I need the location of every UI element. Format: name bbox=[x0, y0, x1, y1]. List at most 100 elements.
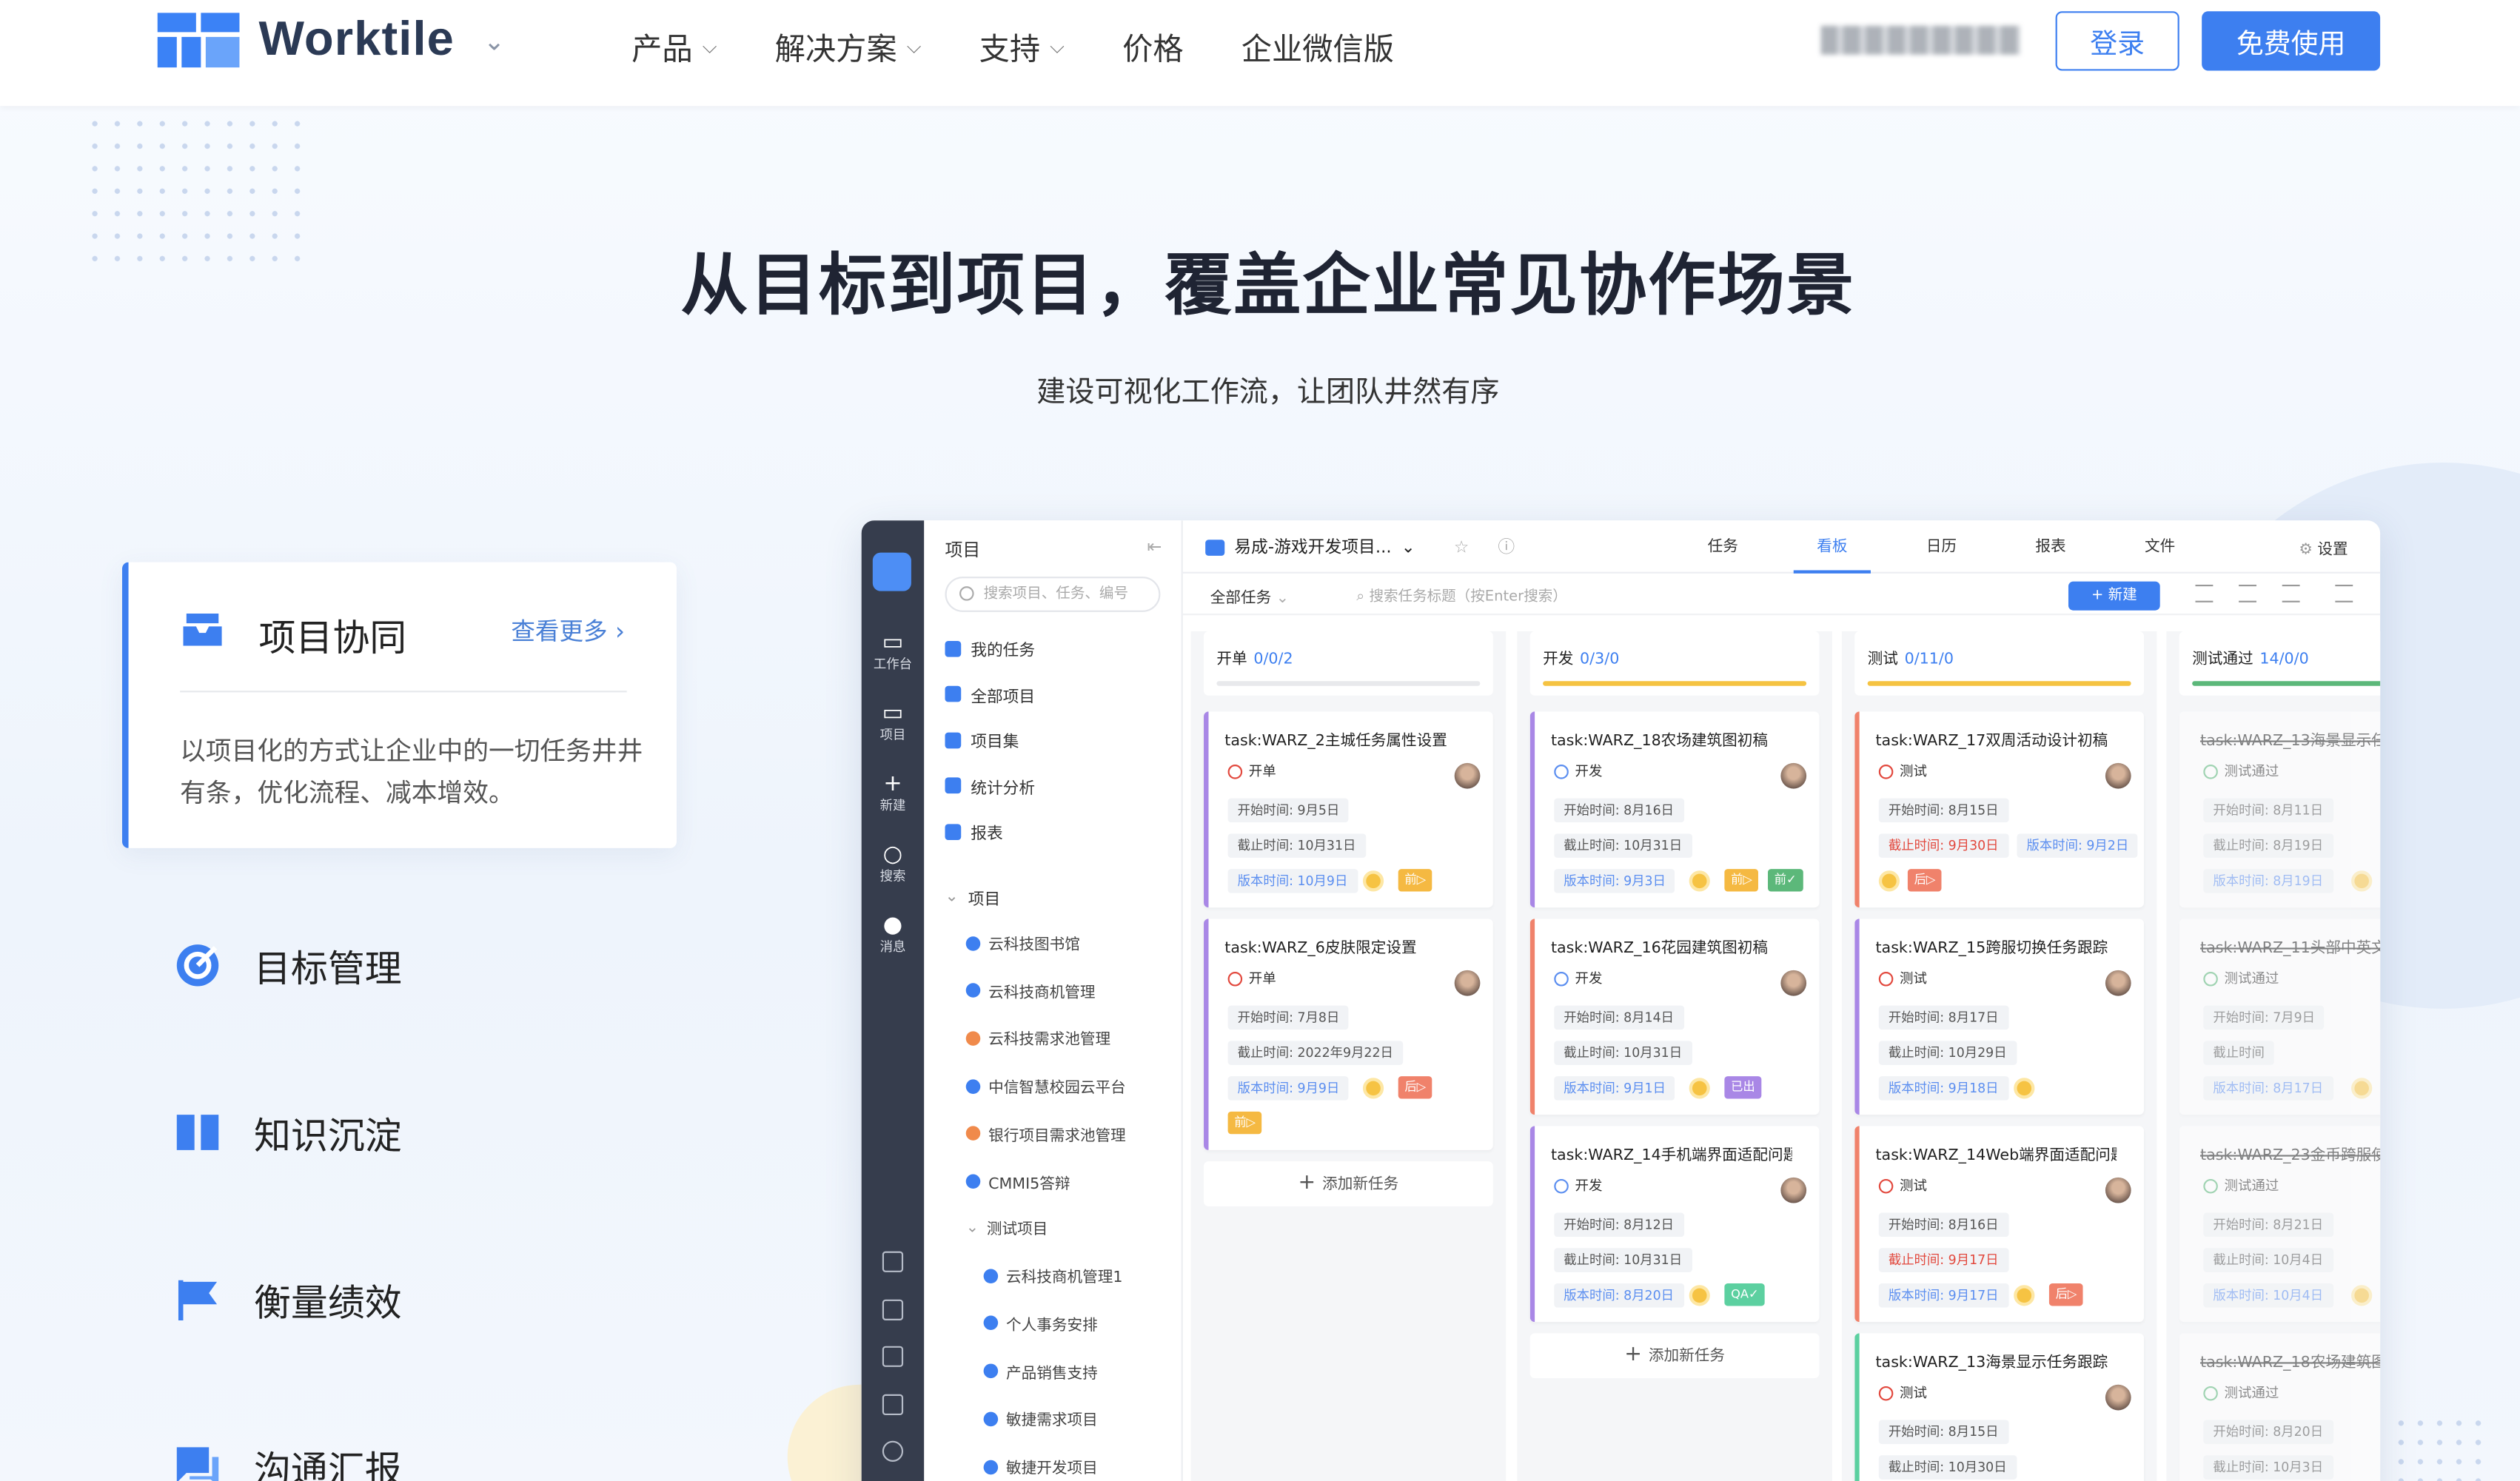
settings-button[interactable]: ⚙ 设置 bbox=[2299, 537, 2348, 559]
task-card[interactable]: task:WARZ_2主城任务属性设置 开单 开始时间: 9月5日 截止时间: 10月… bbox=[1204, 711, 1493, 908]
rail-new[interactable]: + 新建 bbox=[862, 771, 925, 815]
task-card[interactable]: task:WARZ_16花园建筑图初稿 开发 开始时间: 8月14日 截止时间: 10… bbox=[1529, 919, 1820, 1115]
task-status[interactable]: 测试 bbox=[1878, 762, 1927, 781]
start-date: 开始时间: 8月16日 bbox=[1878, 1212, 2008, 1237]
rail-message[interactable]: ● 消息 bbox=[862, 913, 925, 956]
nav-item[interactable]: 产品 ⌵ bbox=[631, 24, 717, 70]
sidebar-menu-item[interactable]: 全部项目 bbox=[945, 682, 1035, 706]
tab-报表[interactable]: 报表 bbox=[1996, 520, 2105, 574]
plus-icon: + bbox=[1298, 1171, 1323, 1195]
sidebar-menu-item[interactable]: 统计分析 bbox=[945, 773, 1035, 798]
task-search-input[interactable]: ⌕ 搜索任务标题（按Enter搜索） bbox=[1356, 585, 1567, 605]
brand-logo[interactable]: Worktile ⌄ bbox=[157, 13, 505, 68]
project-switcher[interactable]: 易成-游戏开发项目... ⌄ ☆ ⓘ bbox=[1205, 535, 1515, 560]
tab-看板[interactable]: 看板 bbox=[1777, 520, 1887, 574]
tab-任务[interactable]: 任务 bbox=[1668, 520, 1777, 574]
nav-label: 价格 bbox=[1122, 31, 1184, 67]
sidebar-project[interactable]: 银行项目需求池管理 bbox=[965, 1123, 1126, 1145]
avatar bbox=[2105, 1177, 2131, 1203]
task-status[interactable]: 开发 bbox=[1554, 969, 1602, 988]
filter-icon[interactable] bbox=[2239, 584, 2256, 602]
feature-reporting[interactable]: 沟通汇报 bbox=[173, 1440, 402, 1481]
sidebar-subproject[interactable]: 敏捷开发项目 bbox=[983, 1456, 1098, 1478]
new-task-button[interactable]: + 新建 bbox=[2068, 581, 2160, 611]
rail-workbench[interactable]: ▭ 工作台 bbox=[862, 630, 925, 674]
sidebar-subproject[interactable]: 个人事务安排 bbox=[983, 1312, 1098, 1334]
sidebar-menu-item[interactable]: 报表 bbox=[945, 819, 1003, 843]
nav-item[interactable]: 价格 bbox=[1122, 24, 1184, 70]
task-status[interactable]: 测试通过 bbox=[2203, 762, 2279, 781]
star-icon[interactable]: ☆ bbox=[1454, 537, 1469, 557]
see-more-link[interactable]: 查看更多 › bbox=[511, 614, 625, 648]
task-filter-dropdown[interactable]: 全部任务 ⌄ bbox=[1210, 585, 1289, 607]
sidebar-project[interactable]: 云科技图书馆 bbox=[965, 932, 1080, 954]
task-status[interactable]: 开单 bbox=[1227, 969, 1276, 988]
add-task-button[interactable]: + 添加新任务 bbox=[1204, 1161, 1493, 1206]
task-card[interactable]: task:WARZ_17双周活动设计初稿 测试 开始时间: 8月15日 截止时间: 9… bbox=[1854, 711, 2145, 908]
task-title: task:WARZ_11头部中英文 bbox=[2199, 939, 2381, 958]
rail-project[interactable]: ▭ 项目 bbox=[862, 700, 925, 744]
calendar-icon[interactable] bbox=[882, 1251, 904, 1272]
task-card[interactable]: task:WARZ_14Web端界面适配问题处理测试开始时间: 8月16日截止时… bbox=[1854, 1126, 2145, 1323]
list-icon[interactable] bbox=[2335, 584, 2353, 602]
task-status[interactable]: 开发 bbox=[1554, 762, 1602, 781]
sidebar-project[interactable]: 云科技需求池管理 bbox=[965, 1027, 1110, 1050]
sidebar-search-input[interactable]: 搜索项目、任务、编号 bbox=[945, 577, 1161, 612]
folder-icon[interactable] bbox=[882, 1346, 904, 1367]
sidebar-subproject[interactable]: 敏捷需求项目 bbox=[983, 1408, 1098, 1430]
task-status[interactable]: 测试通过 bbox=[2203, 969, 2279, 988]
status-icon bbox=[1878, 1385, 1894, 1400]
collapse-icon[interactable]: ⇤ bbox=[1147, 537, 1162, 557]
help-icon[interactable] bbox=[882, 1440, 904, 1462]
tab-文件[interactable]: 文件 bbox=[2105, 520, 2215, 574]
task-card[interactable]: task:WARZ_18农场建筑图 测试通过 开始时间: 8月20日 截止时间: 10… bbox=[2179, 1333, 2381, 1481]
feature-goal-management[interactable]: 目标管理 bbox=[173, 938, 402, 993]
info-icon[interactable]: ⓘ bbox=[1498, 535, 1515, 560]
tab-日历[interactable]: 日历 bbox=[1887, 520, 1997, 574]
sidebar-subproject[interactable]: 产品销售支持 bbox=[983, 1360, 1098, 1383]
task-card[interactable]: task:WARZ_23金币跨服使 测试通过 开始时间: 8月21日 截止时间: 10… bbox=[2179, 1126, 2381, 1323]
sidebar-project[interactable]: 中信智慧校园云平台 bbox=[965, 1075, 1126, 1098]
sidebar-project[interactable]: 云科技商机管理 bbox=[965, 979, 1096, 1002]
sort-icon[interactable] bbox=[2195, 584, 2214, 602]
task-status[interactable]: 测试通过 bbox=[2203, 1383, 2279, 1403]
task-card[interactable]: task:WARZ_18农场建筑图初稿 开发 开始时间: 8月16日 截止时间: 10… bbox=[1529, 711, 1820, 908]
chevron-down-icon[interactable]: ⌄ bbox=[483, 25, 505, 56]
sidebar-subproject[interactable]: 云科技商机管理1 bbox=[983, 1264, 1122, 1286]
login-button[interactable]: 登录 bbox=[2055, 11, 2179, 71]
nav-item[interactable]: 解决方案 ⌵ bbox=[775, 24, 922, 70]
rail-search[interactable]: ○ 搜索 bbox=[862, 842, 925, 885]
task-status[interactable]: 测试 bbox=[1878, 969, 1927, 988]
adjust-icon[interactable] bbox=[2282, 584, 2300, 602]
version-date: 版本时间: 9月3日 bbox=[1554, 869, 1676, 893]
task-card[interactable]: task:WARZ_11头部中英文 测试通过 开始时间: 7月9日 截止时间 版本时间:… bbox=[2179, 919, 2381, 1115]
task-card[interactable]: task:WARZ_13海景显示任务测试通过开始时间: 8月11日截止时间: 8… bbox=[2179, 711, 2381, 908]
feature-performance[interactable]: 衡量绩效 bbox=[173, 1272, 402, 1327]
sidebar-project[interactable]: CMMI5答辩 bbox=[965, 1170, 1070, 1192]
task-status[interactable]: 测试 bbox=[1878, 1383, 1927, 1403]
nav-item[interactable]: 企业微信版 bbox=[1241, 24, 1394, 70]
task-card[interactable]: task:WARZ_6皮肤限定设置 开单 开始时间: 7月8日 截止时间: 2022年… bbox=[1204, 919, 1493, 1150]
sidebar-menu-item[interactable]: 我的任务 bbox=[945, 636, 1035, 660]
add-task-button[interactable]: + 添加新任务 bbox=[1529, 1333, 1820, 1379]
sidebar-group[interactable]: ⌄ 项目 bbox=[945, 885, 1001, 909]
version-date: 版本时间: 9月18日 bbox=[1878, 1076, 2008, 1101]
menu-icon bbox=[945, 823, 962, 839]
cube-icon[interactable] bbox=[882, 1394, 904, 1416]
task-status[interactable]: 开发 bbox=[1554, 1176, 1602, 1195]
view-tabs: 任务 看板 日历 报表 文件 bbox=[1668, 520, 2214, 574]
task-card[interactable]: task:WARZ_13海景显示任务跟踪 测试 开始时间: 8月15日 截止时间: 1… bbox=[1854, 1333, 2145, 1481]
task-status[interactable]: 测试通过 bbox=[2203, 1176, 2279, 1195]
task-status[interactable]: 测试 bbox=[1878, 1176, 1927, 1195]
due-date: 截止时间: 10月29日 bbox=[1878, 1041, 2017, 1065]
feature-card-active[interactable]: 项目协同 查看更多 › 以项目化的方式让企业中的一切任务井井有条，优化流程、减本… bbox=[121, 562, 677, 848]
calendar-icon[interactable] bbox=[882, 1299, 904, 1320]
feature-knowledge[interactable]: 知识沉淀 bbox=[173, 1105, 402, 1160]
task-card[interactable]: task:WARZ_15跨服切换任务跟踪 测试 开始时间: 8月17日 截止时间: 1… bbox=[1854, 919, 2145, 1115]
sidebar-menu-item[interactable]: 项目集 bbox=[945, 728, 1019, 752]
free-trial-button[interactable]: 免费使用 bbox=[2202, 11, 2381, 71]
nav-item[interactable]: 支持 ⌵ bbox=[979, 24, 1065, 70]
task-card[interactable]: task:WARZ_14手机端界面适配问题处理开发开始时间: 8月12日截止时间… bbox=[1529, 1126, 1820, 1323]
task-status[interactable]: 开单 bbox=[1227, 762, 1276, 781]
sidebar-subgroup[interactable]: ⌄ 测试项目 bbox=[966, 1216, 1048, 1238]
